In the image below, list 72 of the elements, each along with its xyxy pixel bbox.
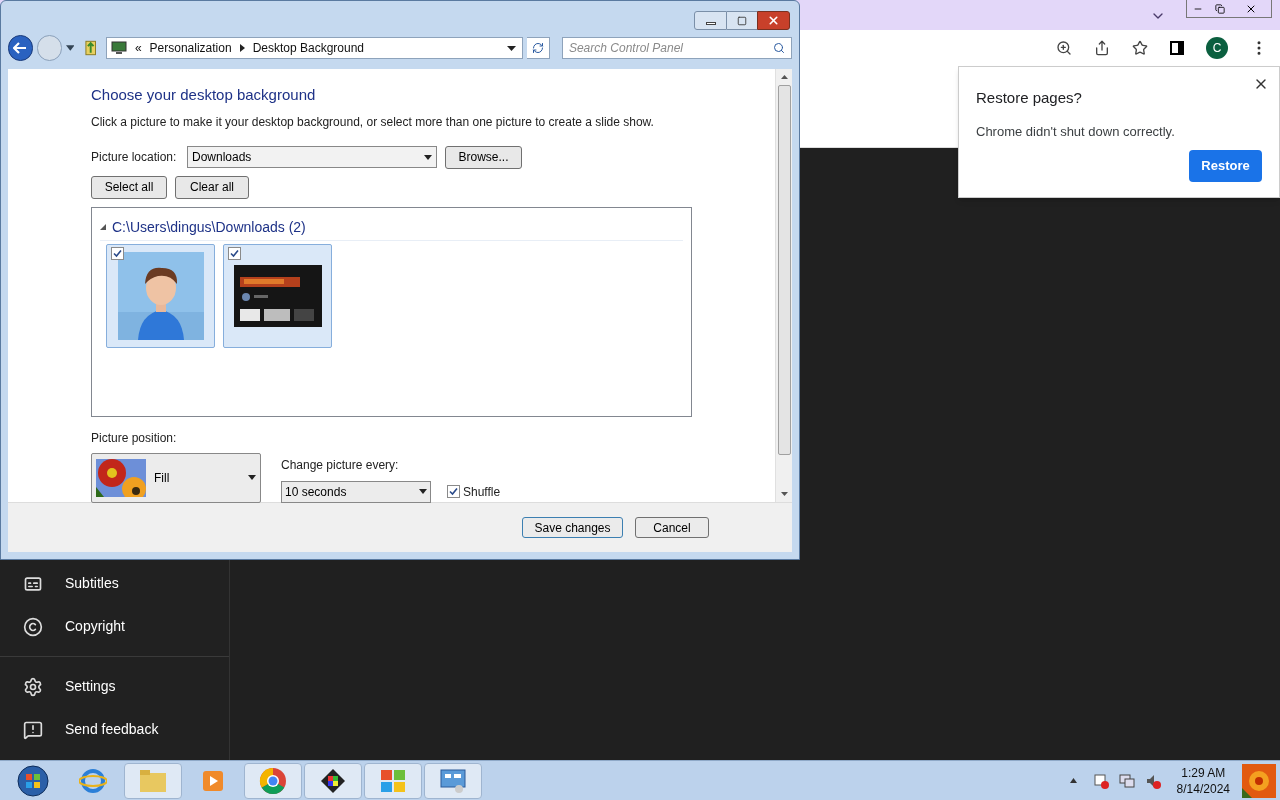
dropdown-arrow-icon [424, 154, 432, 160]
bookmark-icon[interactable] [1132, 40, 1148, 56]
breadcrumb-item[interactable]: Desktop Background [252, 39, 365, 57]
windows-orb-icon [17, 764, 49, 797]
field-label: Change picture every: [281, 456, 400, 474]
check-icon [113, 248, 122, 258]
control-panel-icon[interactable] [424, 762, 482, 799]
group-title[interactable]: C:\Users\dingus\Downloads (2) [112, 216, 306, 238]
clear-all-button[interactable]: Clear all [175, 175, 249, 199]
field-label: Picture position: [91, 429, 178, 447]
side-panel-icon[interactable] [1170, 41, 1184, 55]
close-icon [767, 14, 780, 27]
save-button[interactable]: Save changes [522, 517, 623, 538]
show-hidden-icons-icon[interactable] [1069, 778, 1077, 783]
maximize-button[interactable] [727, 11, 757, 30]
share-icon[interactable] [1094, 40, 1110, 56]
sidebar-item[interactable]: Settings [0, 665, 229, 708]
monitor-icon [110, 41, 127, 55]
minimize-button[interactable] [694, 11, 727, 30]
picture-tile[interactable] [106, 243, 215, 348]
location-dropdown[interactable]: Downloads [187, 146, 437, 168]
zoom-icon[interactable] [1056, 40, 1072, 56]
dropdown-arrow-icon [248, 475, 256, 480]
field-label: Picture location: [91, 149, 178, 166]
browse-button[interactable]: Browse... [445, 145, 522, 169]
page-heading: Choose your desktop background [91, 85, 317, 105]
breadcrumb-overflow[interactable]: « [134, 39, 142, 57]
dropdown-arrow-icon [419, 489, 427, 494]
description: Click a picture to make it your desktop background, or select more than one picture to create a slide show. [91, 113, 655, 131]
chrome-icon[interactable] [244, 762, 302, 799]
sidebar-item[interactable]: Subtitles [0, 562, 229, 605]
clock[interactable]: 1:29 AM 8/14/2024 [1176, 764, 1230, 797]
dropdown-arrow-icon[interactable] [506, 45, 516, 51]
sidebar-item[interactable]: Copyright [0, 605, 229, 648]
profile-avatar[interactable]: C [1206, 37, 1228, 59]
breadcrumb-arrow-icon[interactable] [239, 44, 245, 52]
restore-icon [1215, 3, 1225, 14]
address-bar[interactable]: « Personalization Desktop Background [105, 37, 523, 59]
scroll-up-icon[interactable] [780, 75, 788, 79]
back-arrow-icon [13, 42, 28, 54]
checkbox[interactable] [447, 485, 460, 498]
close-button[interactable] [757, 11, 790, 30]
up-icon[interactable] [84, 39, 98, 57]
restore-button[interactable]: Restore [1189, 150, 1262, 182]
position-dropdown[interactable]: Fill [91, 452, 261, 503]
cancel-button[interactable]: Cancel [635, 517, 709, 538]
search-icon [773, 42, 785, 54]
search-field[interactable]: Search Control Panel [561, 37, 792, 59]
copyright-icon [23, 616, 43, 637]
breadcrumb-item[interactable]: Personalization [149, 39, 232, 57]
check-icon [449, 487, 458, 496]
interval-dropdown[interactable]: 10 seconds [281, 480, 431, 503]
checkbox[interactable] [228, 246, 241, 260]
sidebar-item[interactable]: Send feedback [0, 708, 229, 751]
refresh-button[interactable] [526, 37, 550, 59]
history-dropdown-icon[interactable] [65, 45, 75, 51]
settings-icon [23, 676, 43, 697]
collapse-icon[interactable] [100, 224, 106, 230]
maximize-icon [737, 15, 747, 26]
popup-message: Chrome didn't shut down correctly. [976, 122, 1176, 141]
scrollbar[interactable] [775, 69, 792, 502]
checkbox[interactable] [111, 246, 124, 260]
popup-title: Restore pages? [976, 88, 1083, 108]
refresh-icon [531, 42, 544, 54]
scroll-down-icon[interactable] [780, 492, 788, 496]
network-icon[interactable] [1118, 772, 1135, 789]
select-all-button[interactable]: Select all [91, 175, 167, 199]
feedback-icon [23, 719, 43, 740]
check-icon [230, 248, 239, 258]
back-button[interactable] [8, 35, 33, 61]
picture-tile[interactable] [223, 243, 332, 348]
shuffle-label[interactable]: Shuffle [463, 482, 501, 501]
